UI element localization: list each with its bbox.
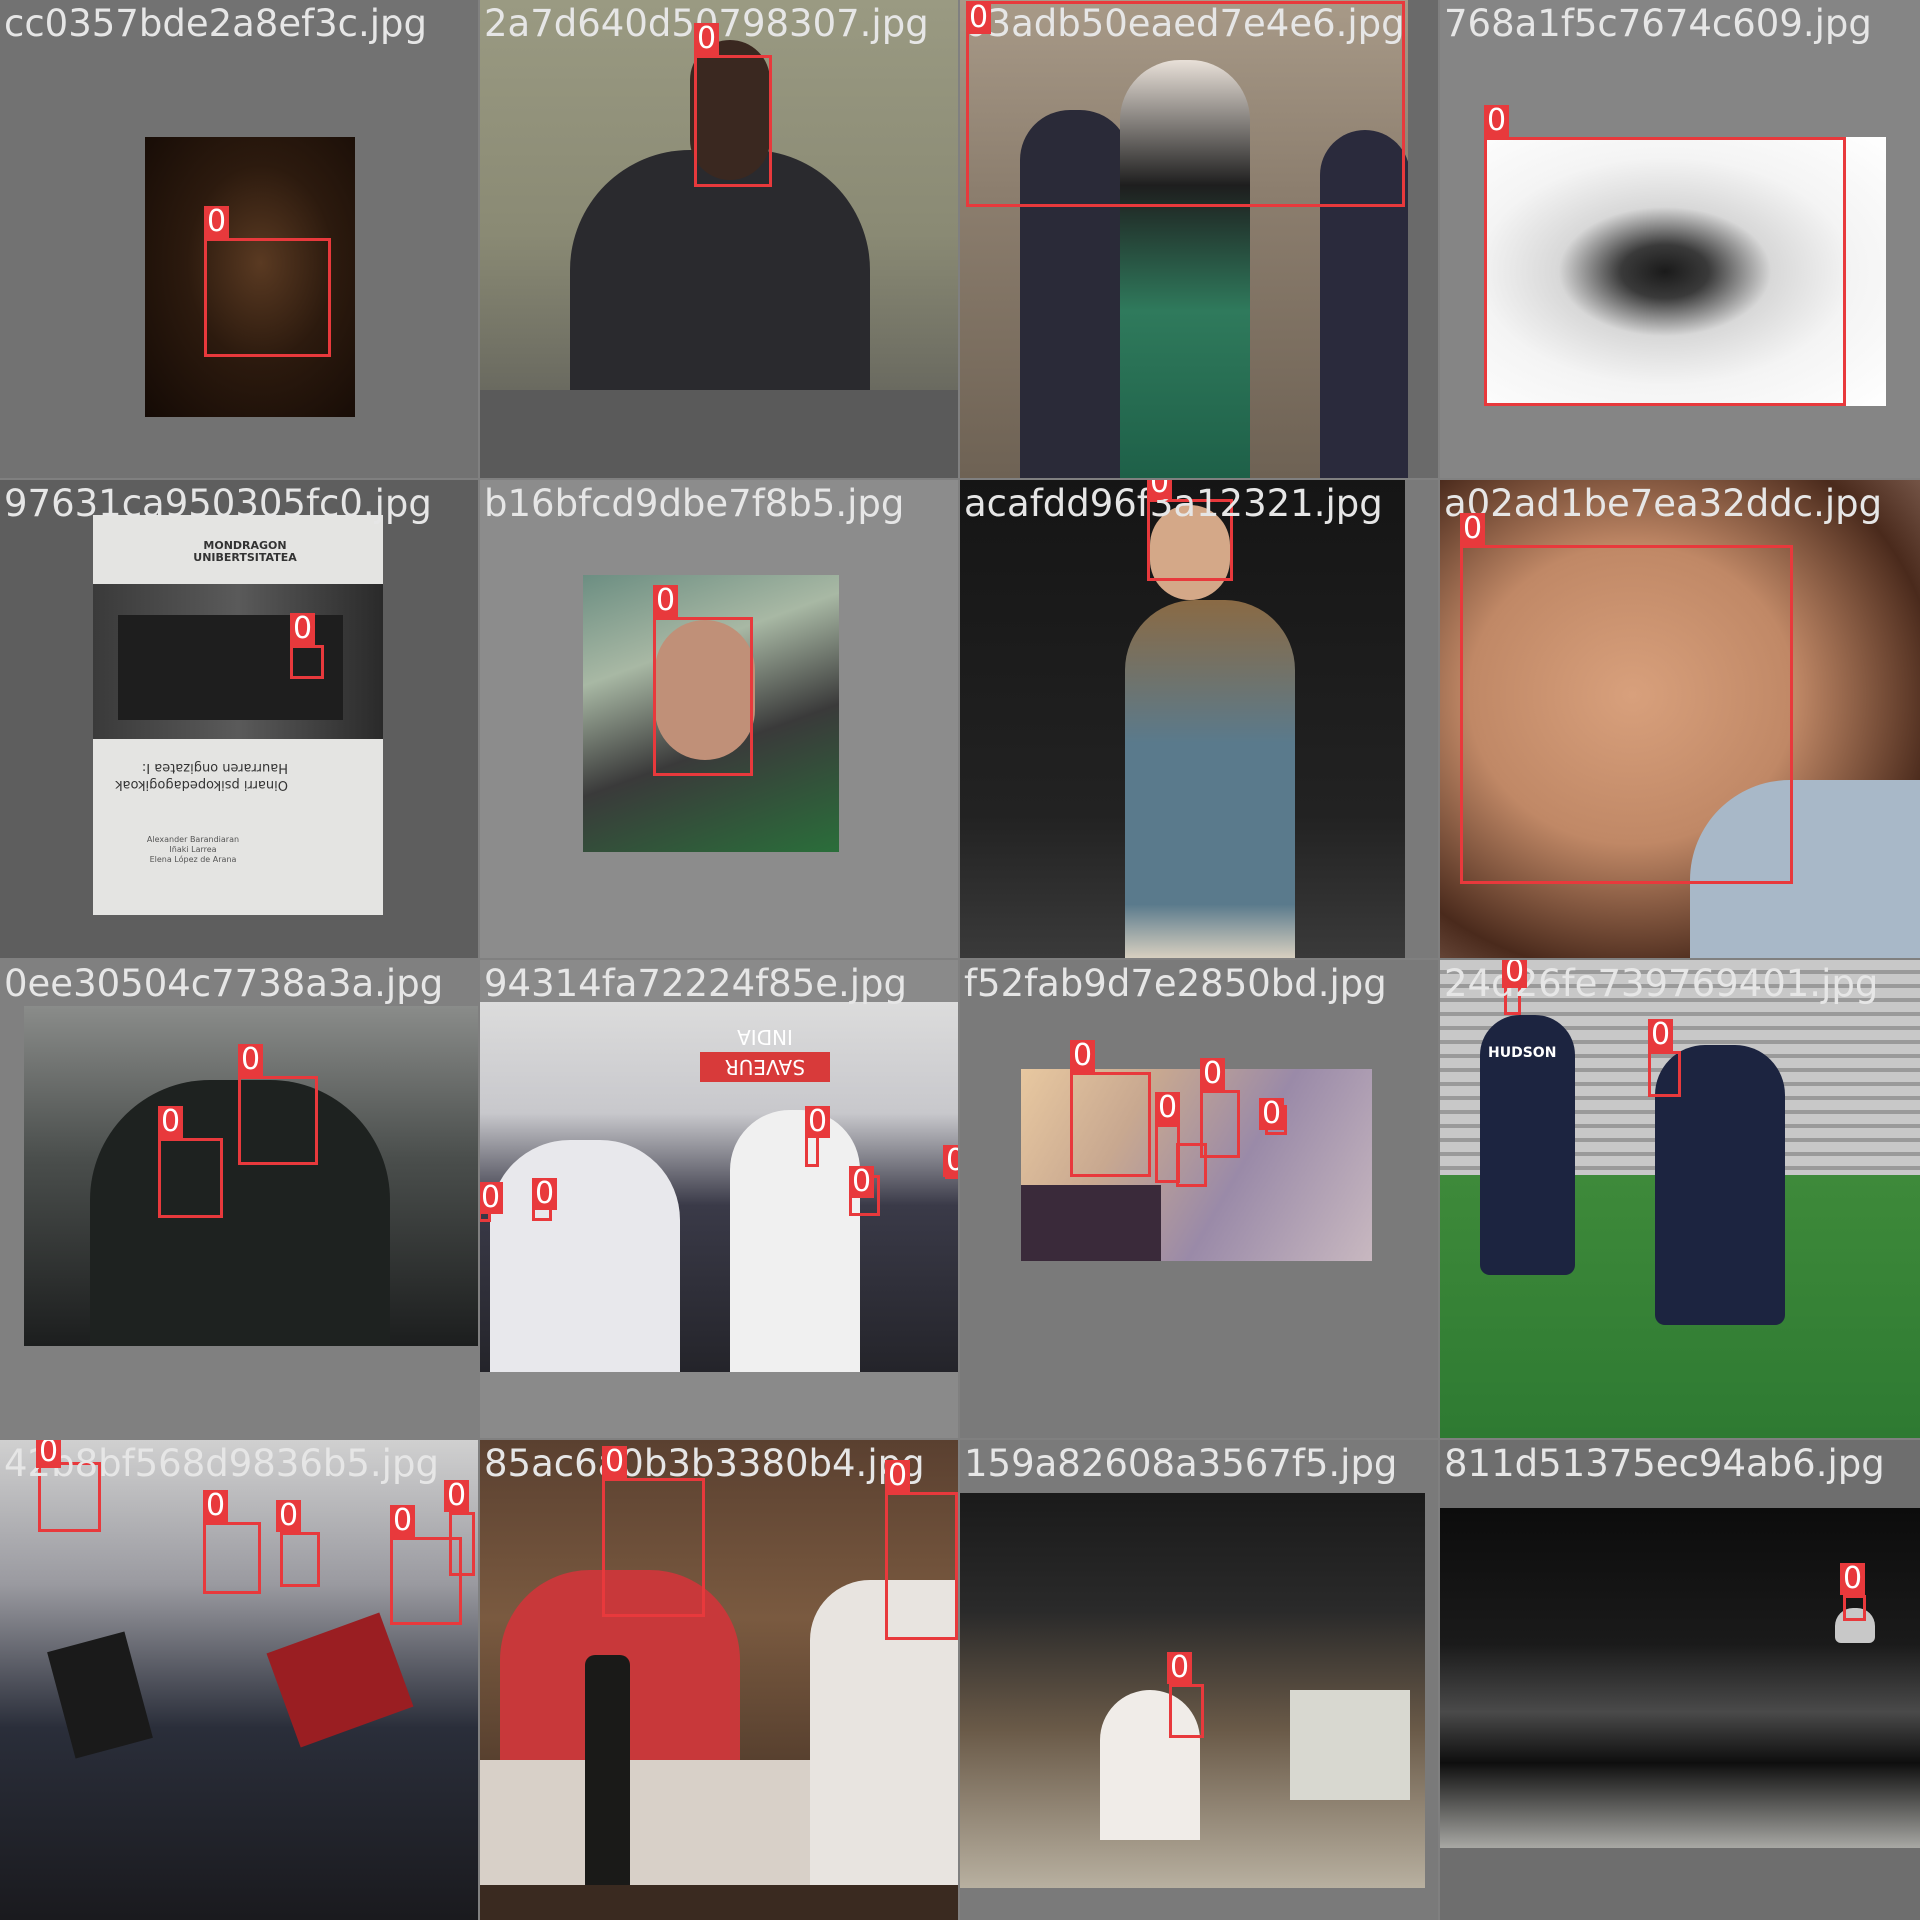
bbox-label: 0 [532, 1178, 558, 1210]
bbox-label: 0 [943, 1145, 958, 1177]
book-title: Haurraren ongizatea I: [141, 760, 288, 775]
tile-03adb50eaed7e4e6[interactable]: 0 03adb50eaed7e4e6.jpg [960, 0, 1438, 478]
bbox-label: 0 [1840, 1563, 1866, 1595]
tile-0ee30504c7738a3a[interactable]: 0 0 0ee30504c7738a3a.jpg [0, 960, 478, 1438]
filename-label: 811d51375ec94ab6.jpg [1444, 1442, 1885, 1485]
bbox-label: 0 [805, 1106, 831, 1138]
face-bbox [602, 1478, 705, 1617]
bbox-label: 0 [444, 1480, 470, 1512]
face-bbox [203, 1522, 261, 1594]
filename-label: acafdd96f3a12321.jpg [964, 482, 1383, 525]
filename-label: 94314fa72224f85e.jpg [484, 962, 907, 1005]
bbox-label: 0 [849, 1166, 875, 1198]
book-author: Alexander Barandiaran [146, 835, 240, 844]
filename-label: cc0357bde2a8ef3c.jpg [4, 2, 428, 45]
tile-159a82608a3567f5[interactable]: 0 159a82608a3567f5.jpg [960, 1440, 1438, 1920]
face-bbox [885, 1492, 958, 1640]
tile-cc0357bde2a8ef3c[interactable]: 0 cc0357bde2a8ef3c.jpg [0, 0, 478, 478]
tile-acafdd96f3a12321[interactable]: 0 acafdd96f3a12321.jpg [960, 480, 1438, 958]
market-sign: SAVEUR INDIA [700, 1025, 830, 1082]
bbox-label: 0 [1502, 960, 1528, 988]
bbox-label: 0 [480, 1182, 504, 1214]
face-bbox [1460, 545, 1793, 884]
photo-wine-bottle [585, 1655, 630, 1885]
photo-collage-dark [1021, 1185, 1161, 1261]
photo-couch [1440, 1508, 1920, 1848]
bbox-label: 0 [1070, 1040, 1096, 1072]
face-bbox [653, 617, 753, 776]
face-bbox [694, 55, 772, 187]
face-bbox [1070, 1072, 1151, 1177]
tile-f52fab9d7e2850bd[interactable]: 0 0 0 0 f52fab9d7e2850bd.jpg [960, 960, 1438, 1438]
face-bbox [449, 1512, 475, 1576]
tile-a02ad1be7ea32ddc[interactable]: 0 a02ad1be7ea32ddc.jpg [1440, 480, 1920, 958]
book-subtitle: Oinarri psikopedagogikoak [115, 777, 288, 792]
bbox-label: 0 [1259, 1098, 1285, 1130]
tile-97631ca950305fc0[interactable]: MONDRAGON UNIBERTSITATEA Haurraren ongiz… [0, 480, 478, 958]
filename-label: f52fab9d7e2850bd.jpg [964, 962, 1387, 1005]
face-bbox [1843, 1595, 1866, 1621]
filename-label: a02ad1be7ea32ddc.jpg [1444, 482, 1883, 525]
tile-768a1f5c7674c609[interactable]: 0 768a1f5c7674c609.jpg [1440, 0, 1920, 478]
bbox-label: 0 [204, 206, 230, 238]
filename-label: 97631ca950305fc0.jpg [4, 482, 432, 525]
photo-man-white-shirt [490, 1140, 680, 1372]
bbox-label: 0 [1155, 1092, 1181, 1124]
bbox-label: 0 [966, 2, 992, 34]
filename-label: 768a1f5c7674c609.jpg [1444, 2, 1872, 45]
bbox-label: 0 [36, 1440, 62, 1468]
photo-young-man [1125, 600, 1295, 958]
book-author: Elena López de Arana [149, 855, 237, 864]
bbox-label: 0 [390, 1505, 416, 1537]
tile-85ac6a0b3b3380b4[interactable]: 0 0 85ac6a0b3b3380b4.jpg [480, 1440, 958, 1920]
bbox-label: 0 [1460, 513, 1486, 545]
filename-label: b16bfcd9dbe7f8b5.jpg [484, 482, 905, 525]
bbox-label: 0 [885, 1460, 911, 1492]
tile-42b8bf568d9836b5[interactable]: 0 0 0 0 0 42b8bf568d9836b5.jpg [0, 1440, 478, 1920]
bbox-label: 0 [602, 1446, 628, 1478]
bbox-label: 0 [1167, 1652, 1193, 1684]
photo-right-border [1408, 0, 1438, 478]
tile-b16bfcd9dbe7f8b5[interactable]: 0 b16bfcd9dbe7f8b5.jpg [480, 480, 958, 958]
bbox-label: 0 [276, 1500, 302, 1532]
tile-811d51375ec94ab6[interactable]: 0 811d51375ec94ab6.jpg [1440, 1440, 1920, 1920]
bbox-label: 0 [1484, 105, 1510, 137]
bbox-label: 0 [203, 1490, 229, 1522]
bbox-label: 0 [1200, 1058, 1226, 1090]
face-bbox [1169, 1684, 1204, 1738]
book-authors: Alexander Barandiaran Iñaki Larrea Elena… [118, 835, 268, 865]
filename-label: 03adb50eaed7e4e6.jpg [964, 2, 1405, 45]
filename-label: 85ac6a0b3b3380b4.jpg [484, 1442, 925, 1485]
bbox-label: 0 [158, 1106, 184, 1138]
face-bbox [238, 1076, 318, 1165]
photo-crt-monitor [1290, 1690, 1410, 1800]
face-bbox [1648, 1051, 1681, 1097]
bbox-label: 0 [238, 1044, 264, 1076]
filename-label: 0ee30504c7738a3a.jpg [4, 962, 444, 1005]
face-bbox [280, 1532, 320, 1587]
face-bbox [290, 645, 324, 679]
face-bbox [204, 238, 331, 357]
bbox-label: 0 [290, 613, 316, 645]
book-author: Iñaki Larrea [169, 845, 217, 854]
bbox-label: 0 [1648, 1019, 1674, 1051]
face-bbox [1484, 137, 1846, 406]
face-bbox [1200, 1090, 1240, 1158]
filename-label: 42b8bf568d9836b5.jpg [4, 1442, 439, 1485]
jersey-text: HUDSON [1488, 1045, 1557, 1061]
face-bbox [158, 1138, 223, 1218]
book-logo: MONDRAGON UNIBERTSITATEA [193, 539, 297, 564]
tile-2a7d640d50798307[interactable]: 0 2a7d640d50798307.jpg [480, 0, 958, 478]
tile-24d26fe739769401[interactable]: HUDSON 0 0 24d26fe739769401.jpg [1440, 960, 1920, 1438]
bbox-label: 0 [653, 585, 679, 617]
tile-94314fa72224f85e[interactable]: SAVEUR INDIA 0 0 0 0 0 94314fa72224f85e.… [480, 960, 958, 1438]
photo-man-yellow-cap [730, 1110, 860, 1372]
mosaic-grid: 0 cc0357bde2a8ef3c.jpg 0 2a7d640d5079830… [0, 0, 1920, 1920]
bbox-label: 0 [1147, 480, 1173, 499]
bbox-label: 0 [694, 23, 720, 55]
filename-label: 159a82608a3567f5.jpg [964, 1442, 1398, 1485]
